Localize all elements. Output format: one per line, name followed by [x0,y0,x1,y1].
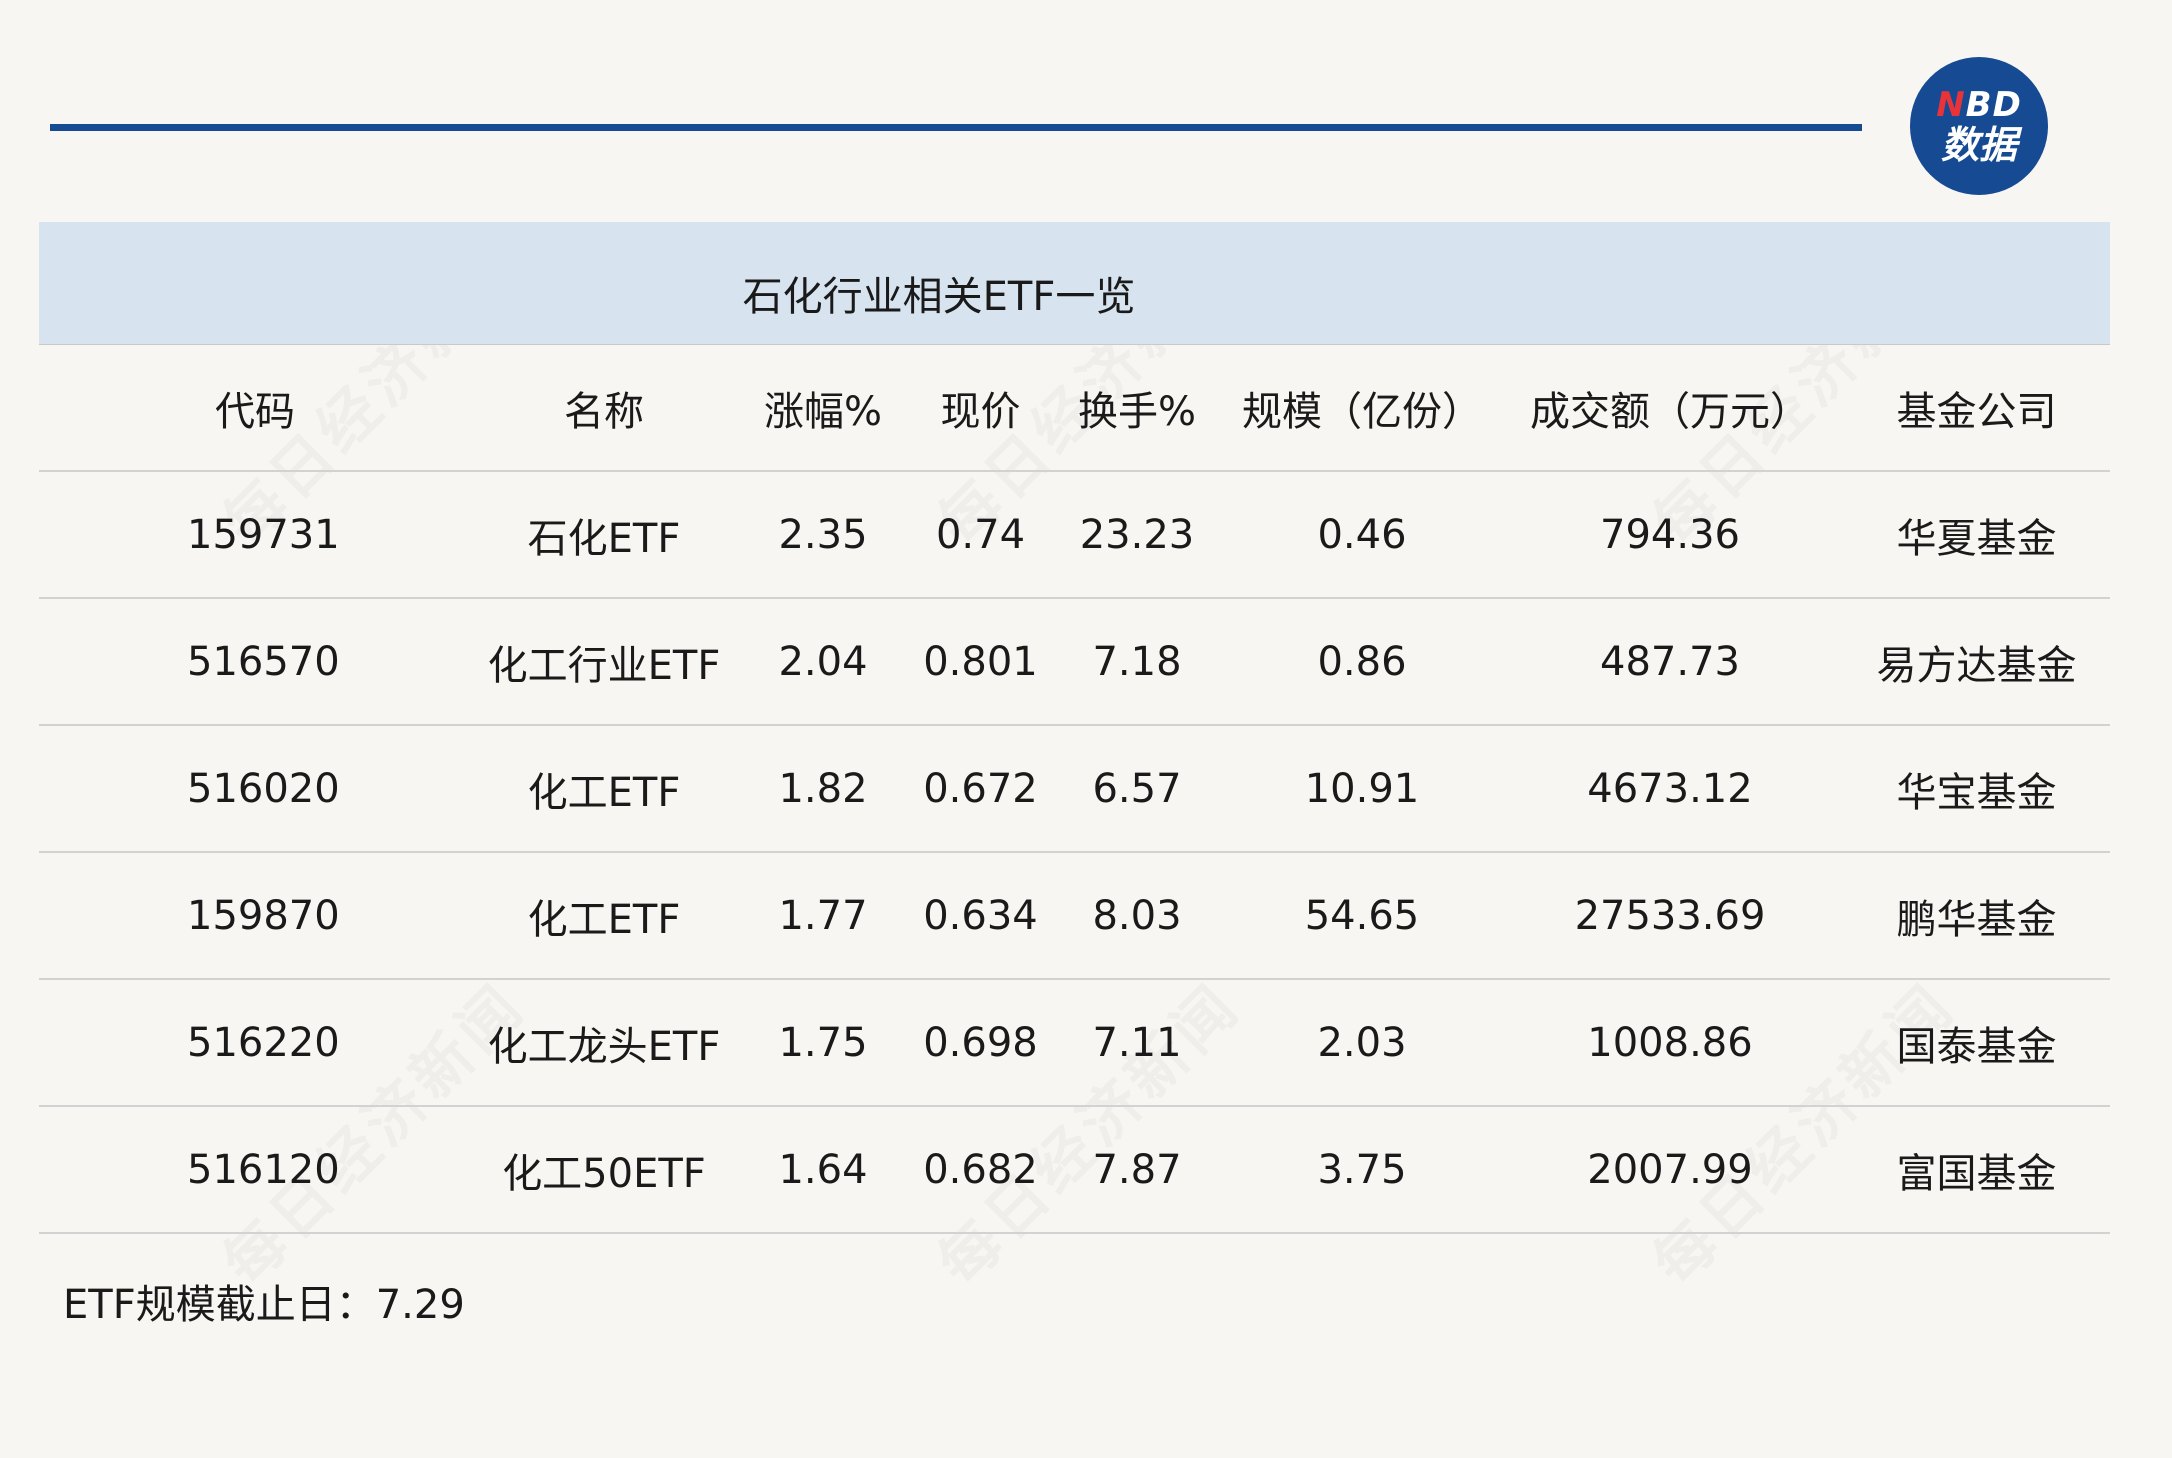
cell-name: 化工50ETF [476,1106,732,1234]
header-name: 名称 [476,345,732,472]
cell-price: 0.801 [914,598,1047,726]
cell-price: 0.74 [914,471,1047,599]
cell-change: 1.75 [732,979,914,1107]
table-row: 516570 化工行业ETF 2.04 0.801 7.18 0.86 487.… [39,598,2110,726]
table-title-band: 石化行业相关ETF一览 [39,222,2110,345]
top-rule [50,124,1862,131]
header-turnover: 换手% [1047,345,1227,472]
cell-change: 1.77 [732,852,914,980]
logo-top-line: NBD [1936,88,2022,122]
cell-turnover: 7.11 [1047,979,1227,1107]
table-header-row: 代码 名称 涨幅% 现价 换手% 规模（亿份） 成交额（万元） 基金公司 [39,345,2110,472]
cell-change: 2.04 [732,598,914,726]
cell-company: 国泰基金 [1843,979,2110,1107]
cell-price: 0.682 [914,1106,1047,1234]
cell-name: 化工ETF [476,852,732,980]
table-title: 石化行业相关ETF一览 [742,274,1136,320]
logo-n: N [1936,85,1966,125]
cell-price: 0.672 [914,725,1047,853]
cell-change: 1.64 [732,1106,914,1234]
header-code: 代码 [39,345,476,472]
cell-name: 化工行业ETF [476,598,732,726]
header-volume: 成交额（万元） [1497,345,1843,472]
cell-turnover: 8.03 [1047,852,1227,980]
cell-company: 华夏基金 [1843,471,2110,599]
table-row: 159731 石化ETF 2.35 0.74 23.23 0.46 794.36… [39,471,2110,599]
cell-scale: 0.46 [1227,471,1497,599]
cell-price: 0.698 [914,979,1047,1107]
cell-volume: 1008.86 [1497,979,1843,1107]
cell-code: 159870 [39,852,476,980]
table-row: 516120 化工50ETF 1.64 0.682 7.87 3.75 2007… [39,1106,2110,1234]
cell-turnover: 6.57 [1047,725,1227,853]
etf-table-container: 石化行业相关ETF一览 代码 名称 涨幅% 现价 换手% 规模（亿份） 成交额（… [39,222,2110,1234]
cell-code: 516020 [39,725,476,853]
header-company: 基金公司 [1843,345,2110,472]
cell-volume: 487.73 [1497,598,1843,726]
etf-table: 代码 名称 涨幅% 现价 换手% 规模（亿份） 成交额（万元） 基金公司 159… [39,345,2110,1234]
cell-company: 华宝基金 [1843,725,2110,853]
logo-bottom-line: 数据 [1940,123,2017,167]
header-change: 涨幅% [732,345,914,472]
cell-change: 1.82 [732,725,914,853]
cell-scale: 10.91 [1227,725,1497,853]
cell-code: 516570 [39,598,476,726]
cell-price: 0.634 [914,852,1047,980]
cell-company: 鹏华基金 [1843,852,2110,980]
cell-turnover: 7.18 [1047,598,1227,726]
cell-code: 516120 [39,1106,476,1234]
header-price: 现价 [914,345,1047,472]
cell-volume: 794.36 [1497,471,1843,599]
cell-scale: 54.65 [1227,852,1497,980]
logo-bd: BD [1965,85,2022,125]
nbd-logo: NBD 数据 [1910,57,2048,195]
cell-scale: 2.03 [1227,979,1497,1107]
table-row: 516020 化工ETF 1.82 0.672 6.57 10.91 4673.… [39,725,2110,853]
cell-code: 159731 [39,471,476,599]
footnote: ETF规模截止日：7.29 [63,1282,465,1328]
cell-scale: 0.86 [1227,598,1497,726]
cell-company: 富国基金 [1843,1106,2110,1234]
cell-name: 石化ETF [476,471,732,599]
cell-name: 化工ETF [476,725,732,853]
cell-change: 2.35 [732,471,914,599]
cell-code: 516220 [39,979,476,1107]
cell-volume: 4673.12 [1497,725,1843,853]
table-row: 516220 化工龙头ETF 1.75 0.698 7.11 2.03 1008… [39,979,2110,1107]
cell-name: 化工龙头ETF [476,979,732,1107]
cell-turnover: 23.23 [1047,471,1227,599]
cell-company: 易方达基金 [1843,598,2110,726]
cell-volume: 2007.99 [1497,1106,1843,1234]
header-scale: 规模（亿份） [1227,345,1497,472]
cell-scale: 3.75 [1227,1106,1497,1234]
cell-volume: 27533.69 [1497,852,1843,980]
cell-turnover: 7.87 [1047,1106,1227,1234]
table-row: 159870 化工ETF 1.77 0.634 8.03 54.65 27533… [39,852,2110,980]
